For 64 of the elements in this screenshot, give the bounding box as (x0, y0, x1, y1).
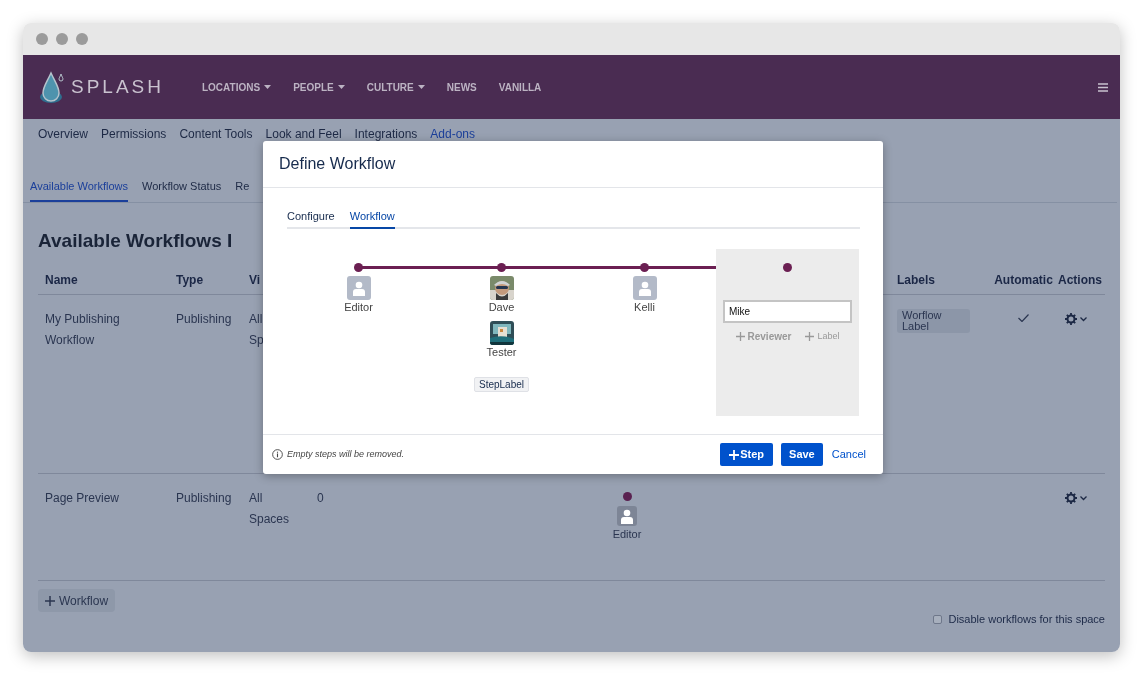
selected-step-panel[interactable]: Mike Reviewer Label (716, 249, 859, 416)
info-icon (272, 449, 283, 460)
column-header: Labels (897, 271, 936, 289)
column-header: Vi (249, 271, 262, 289)
space-tab[interactable]: Permissions (101, 128, 167, 155)
reviewer-name: Editor (612, 527, 642, 542)
table-cell-text: Page Preview (45, 490, 121, 507)
column-header: Name (45, 271, 79, 289)
actions-button[interactable] (1065, 492, 1087, 504)
reviewer-input[interactable]: Mike (723, 300, 852, 323)
reviewer-name: Tester (486, 345, 517, 359)
note-text: Empty steps will be removed. (287, 447, 405, 461)
checkbox[interactable] (933, 614, 943, 624)
step-label-tag: StepLabel (473, 377, 529, 392)
table-cell-text: All Sp (249, 311, 264, 349)
save-button[interactable]: Save (781, 443, 823, 466)
add-step-button[interactable]: Step (720, 443, 774, 466)
space-tab[interactable]: Overview (38, 128, 88, 155)
plus-icon (729, 449, 740, 460)
avatar-icon (632, 276, 657, 300)
sub-tab[interactable]: Workflow Status (142, 178, 222, 202)
nav-link[interactable]: CULTURE (366, 79, 425, 95)
column-header: Actions (1058, 271, 1103, 289)
gear-icon (1065, 313, 1077, 325)
chevron-icon (1080, 316, 1087, 322)
nav-link[interactable]: VANILLA (498, 79, 542, 95)
logo-text: SPLASH (71, 74, 164, 99)
label-tag: Worflow Label (897, 309, 970, 333)
space-tab[interactable]: Content Tools (179, 128, 253, 155)
reviewer-name: Editor (344, 300, 373, 314)
column-header: Automatic (993, 271, 1054, 289)
plus-icon (735, 332, 745, 341)
nav-link[interactable]: NEWS (446, 79, 477, 95)
gear-icon (1065, 492, 1077, 504)
chevron-icon (1080, 495, 1087, 501)
table-cell-text: Publishing (176, 311, 233, 328)
reviewer-name: Kelli (634, 300, 655, 314)
add-workflow-button[interactable]: Workflow (38, 589, 116, 612)
droplet-icon (39, 70, 65, 104)
table-cell-text: My Publishing Workflow (45, 311, 121, 349)
table-cell-text: All Spaces (249, 490, 290, 528)
reviewer-name: Dave (488, 300, 515, 314)
plus-icon (45, 595, 55, 606)
caret-icon (264, 85, 272, 89)
sub-tab[interactable]: Available Workflows (30, 178, 129, 202)
nav-link[interactable]: LOCATIONS (202, 79, 272, 95)
dialog-title: Define Workflow (279, 154, 396, 174)
table-cell-text: Publishing (176, 490, 233, 507)
menu-icon[interactable] (1098, 82, 1108, 92)
dialog-tab[interactable]: Configure (287, 208, 335, 229)
avatar-icon (346, 276, 371, 300)
caret-icon (417, 85, 425, 89)
plus-icon (805, 332, 815, 341)
checkbox-label: Disable workflows for this space (948, 612, 1105, 627)
caret-icon (337, 85, 345, 89)
page-heading: Available Workflows I (37, 228, 234, 253)
table-cell-text: 0 (317, 490, 325, 507)
cancel-link[interactable]: Cancel (830, 443, 867, 466)
sub-tab[interactable]: Re (235, 178, 250, 202)
avatar-icon (617, 506, 637, 526)
dialog-tab[interactable]: Workflow (349, 208, 395, 229)
column-header: Type (176, 271, 205, 289)
nav-link[interactable]: PEOPLE (293, 79, 345, 95)
actions-button[interactable] (1065, 313, 1087, 325)
